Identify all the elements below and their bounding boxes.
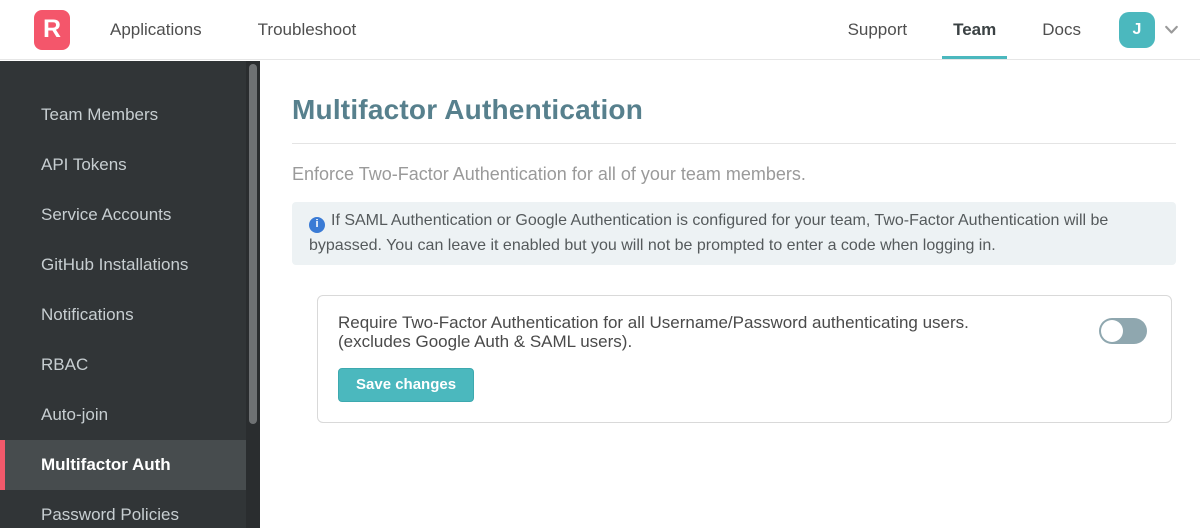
sidebar-item-multifactor-auth[interactable]: Multifactor Auth	[0, 440, 246, 490]
main-content: Multifactor Authentication Enforce Two-F…	[260, 61, 1200, 528]
sidebar-item-rbac[interactable]: RBAC	[0, 340, 246, 390]
rollbar-logo[interactable]: R	[34, 9, 70, 50]
sidebar-item-github-installations[interactable]: GitHub Installations	[0, 240, 246, 290]
nav-item-team[interactable]: Team	[942, 0, 1008, 59]
requirement-line-1: Require Two-Factor Authentication for al…	[338, 313, 969, 332]
sidebar-item-password-policies[interactable]: Password Policies	[0, 490, 246, 528]
page-title: Multifactor Authentication	[292, 94, 644, 125]
nav-item-docs[interactable]: Docs	[1042, 0, 1081, 59]
settings-sidebar: Team Members API Tokens Service Accounts…	[0, 61, 260, 528]
sidebar-item-team-members[interactable]: Team Members	[0, 90, 246, 140]
sidebar-scrollbar-thumb[interactable]	[249, 64, 257, 424]
nav-item-troubleshoot[interactable]: Troubleshoot	[258, 0, 357, 59]
requirement-line-2: (excludes Google Auth & SAML users).	[338, 332, 633, 351]
two-factor-card: Require Two-Factor Authentication for al…	[317, 295, 1172, 423]
sidebar-item-auto-join[interactable]: Auto-join	[0, 390, 246, 440]
secondary-nav: Support Team Docs J	[802, 0, 1180, 59]
user-avatar[interactable]: J	[1119, 11, 1155, 48]
sidebar-item-notifications[interactable]: Notifications	[0, 290, 246, 340]
avatar-initial: J	[1132, 20, 1142, 38]
info-note-text: If SAML Authentication or Google Authent…	[309, 212, 1109, 254]
topbar: R Applications Troubleshoot Support Team…	[0, 0, 1200, 60]
toggle-knob	[1101, 320, 1123, 342]
logo-letter: R	[42, 15, 62, 43]
chevron-down-icon[interactable]	[1163, 21, 1180, 38]
page-description: Enforce Two-Factor Authentication for al…	[292, 164, 806, 184]
sidebar-item-api-tokens[interactable]: API Tokens	[0, 140, 246, 190]
two-factor-requirement-text: Require Two-Factor Authentication for al…	[338, 312, 969, 351]
title-divider	[292, 143, 1176, 144]
sidebar-item-service-accounts[interactable]: Service Accounts	[0, 190, 246, 240]
primary-nav: Applications Troubleshoot	[110, 0, 412, 59]
nav-item-support[interactable]: Support	[848, 0, 908, 59]
info-note: i If SAML Authentication or Google Authe…	[292, 202, 1176, 265]
two-factor-toggle[interactable]	[1099, 318, 1147, 344]
save-changes-button[interactable]: Save changes	[338, 368, 475, 402]
info-icon: i	[309, 216, 325, 233]
nav-item-applications[interactable]: Applications	[110, 0, 202, 59]
